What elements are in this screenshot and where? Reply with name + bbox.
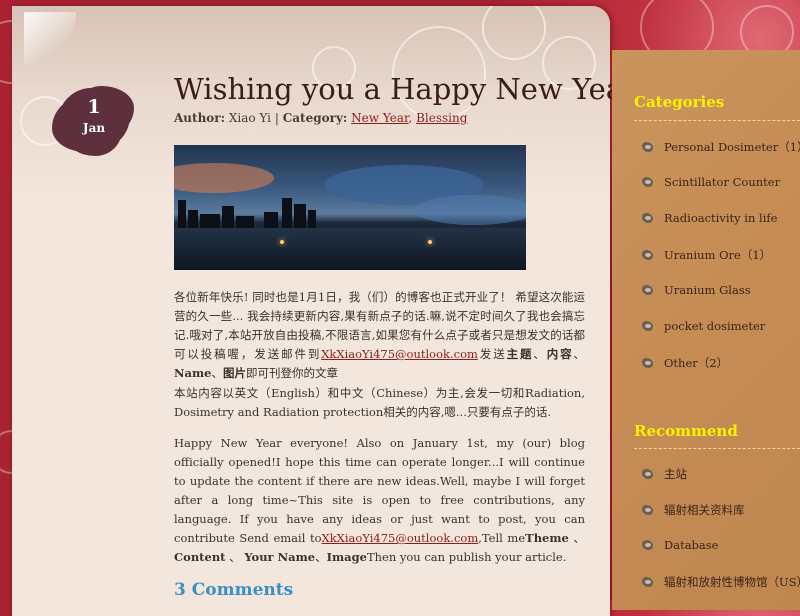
ore-rock-icon (640, 319, 656, 333)
post-paragraph-chinese: 各位新年快乐! 同时也是1月1日，我（们）的博客也正式开业了！ 希望这次能运营的… (174, 290, 586, 380)
category-item[interactable]: Radioactivity in life (640, 211, 777, 225)
meta-separator: | (274, 111, 279, 125)
ore-rock-icon (640, 140, 656, 154)
recommend-item[interactable]: Database (640, 538, 718, 552)
post-meta: Author: Xiao Yi | Category: New Year, Bl… (174, 111, 468, 125)
ore-rock-icon (640, 575, 656, 589)
author-name: Xiao Yi (228, 111, 272, 125)
category-item[interactable]: Personal Dosimeter（1） (640, 139, 800, 155)
ore-rock-icon (640, 211, 656, 225)
post-image (174, 145, 526, 270)
divider (634, 120, 800, 121)
category-item[interactable]: pocket dosimeter (640, 319, 765, 333)
recommend-item[interactable]: 主站 (640, 466, 687, 482)
recommend-item[interactable]: 辐射相关资料库 (640, 502, 745, 518)
category-item[interactable]: Scintillator Counter (640, 175, 780, 189)
post-date-day: 1 (87, 96, 101, 118)
comments-heading: 3 Comments (174, 580, 294, 600)
ore-rock-icon (640, 467, 656, 481)
post-paragraph-english: Happy New Year everyone! Also on January… (174, 436, 585, 564)
post-title[interactable]: Wishing you a Happy New Year! (174, 72, 649, 106)
post-paragraph-language: 本站内容以英文（English）和中文（Chinese）为主,会发一切和Radi… (174, 386, 585, 419)
ore-rock-icon (640, 356, 656, 370)
categories-heading: Categories (634, 93, 725, 111)
category-link-new-year[interactable]: New Year (351, 111, 408, 125)
recommend-item[interactable]: 辐射和放射性博物馆（US） (640, 574, 800, 590)
author-label: Author: (174, 111, 226, 125)
divider (634, 448, 800, 449)
category-item[interactable]: Uranium Ore（1） (640, 247, 771, 263)
ore-rock-icon (640, 248, 656, 262)
post-date-month: Jan (82, 121, 106, 135)
sidebar: Categories Personal Dosimeter（1） Scintil… (612, 50, 800, 610)
ore-rock-icon (640, 175, 656, 189)
email-link-english[interactable]: XkXiaoYi475@outlook.com (322, 531, 479, 545)
category-item[interactable]: Other（2） (640, 355, 728, 371)
category-link-blessing[interactable]: Blessing (416, 111, 467, 125)
category-label: Category: (282, 111, 348, 125)
category-item[interactable]: Uranium Glass (640, 283, 751, 297)
ore-rock-icon (640, 283, 656, 297)
ore-rock-icon (640, 503, 656, 517)
ore-rock-icon (640, 538, 656, 552)
email-link[interactable]: XkXiaoYi475@outlook.com (321, 347, 478, 361)
recommend-heading: Recommend (634, 422, 738, 440)
